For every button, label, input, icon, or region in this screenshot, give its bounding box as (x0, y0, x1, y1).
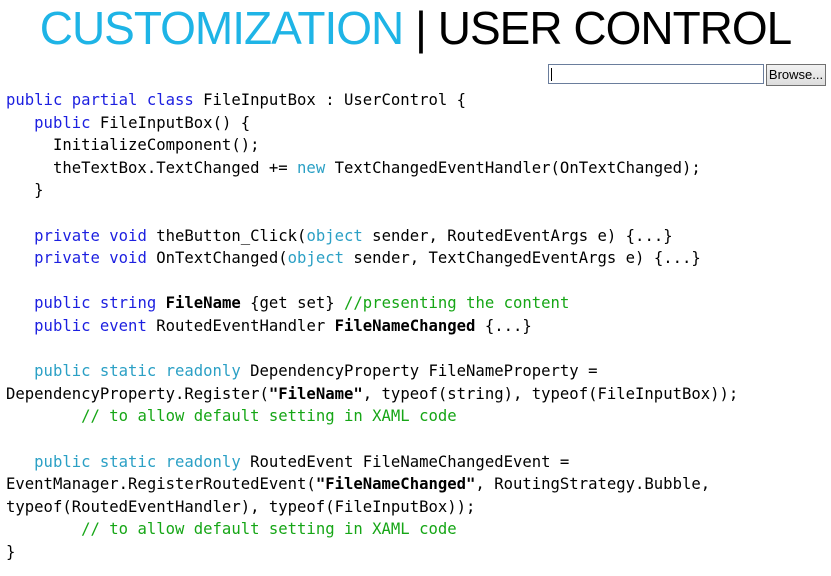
code-text: , RoutingStrategy.Bubble, (475, 475, 711, 494)
code-line-17: public static readonly RoutedEvent FileN… (6, 451, 738, 474)
keyword: public string (34, 294, 157, 313)
code-line-3: InitializeComponent(); (6, 134, 738, 157)
bold-identifier: FileName (165, 294, 241, 313)
code-line-18: EventManager.RegisterRoutedEvent("FileNa… (6, 473, 738, 496)
keyword: private void (34, 249, 147, 268)
code-text: {get set} (240, 294, 345, 313)
code-text: , typeof(string), typeof(FileInputBox)); (362, 384, 739, 403)
slide-title: CUSTOMIZATION | USER CONTROL (0, 0, 831, 56)
code-text: sender, TextChangedEventArgs e) {...} (344, 249, 701, 268)
code-text: DependencyProperty FileNameProperty = (240, 362, 598, 381)
keyword: public partial class (6, 91, 194, 109)
code-text: theButton_Click( (146, 226, 307, 245)
code-comment: // to allow default setting in XAML code (81, 407, 457, 426)
code-text: TextChangedEventHandler(OnTextChanged); (325, 158, 701, 177)
code-text: theTextBox.TextChanged += (6, 158, 298, 177)
browse-button[interactable]: Browse... (766, 64, 826, 86)
code-listing: public partial class FileInputBox : User… (6, 89, 738, 563)
bold-string: "FileNameChanged" (315, 475, 476, 494)
code-line-10: public string FileName {get set} //prese… (6, 292, 738, 315)
title-user-control: USER CONTROL (437, 2, 792, 54)
code-line-7: private void theButton_Click(object send… (6, 225, 738, 248)
code-line-5: } (6, 179, 738, 202)
text-caret (551, 68, 552, 81)
code-line-1: public partial class FileInputBox : User… (6, 89, 738, 112)
code-text: EventManager.RegisterRoutedEvent( (6, 475, 316, 494)
code-text: } (6, 542, 16, 561)
keyword: public static readonly (34, 452, 241, 471)
keyword: private void (34, 226, 147, 245)
code-text: RoutedEvent FileNameChangedEvent = (240, 452, 570, 471)
code-line-8: private void OnTextChanged(object sender… (6, 247, 738, 270)
keyword: public (34, 113, 91, 132)
code-line-4: theTextBox.TextChanged += new TextChange… (6, 157, 738, 180)
code-text: InitializeComponent(); (6, 136, 260, 155)
keyword: new (297, 158, 326, 177)
file-path-textbox[interactable] (548, 64, 764, 84)
code-line-19: typeof(RoutedEventHandler), typeof(FileI… (6, 496, 738, 519)
code-text: FileInputBox() { (90, 113, 251, 132)
code-line-20: // to allow default setting in XAML code (6, 518, 738, 541)
code-text: RoutedEventHandler (146, 316, 335, 335)
code-line-11: public event RoutedEventHandler FileName… (6, 315, 738, 338)
title-separator: | (415, 2, 427, 54)
code-text: } (6, 181, 44, 200)
title-customization: CUSTOMIZATION (39, 2, 405, 54)
code-text: {...} (475, 316, 532, 335)
code-text: typeof(RoutedEventHandler), typeof(FileI… (6, 497, 476, 516)
keyword: public static readonly (34, 362, 241, 381)
code-line-14: DependencyProperty.Register("FileName", … (6, 383, 738, 406)
bold-identifier: FileNameChanged (334, 316, 476, 335)
keyword: public event (34, 316, 147, 335)
code-text: OnTextChanged( (146, 249, 288, 268)
code-line-15: // to allow default setting in XAML code (6, 405, 738, 428)
type-keyword: object (306, 226, 363, 245)
type-keyword: object (287, 249, 345, 268)
code-text: DependencyProperty.Register( (6, 384, 269, 403)
code-comment: //presenting the content (344, 294, 570, 313)
code-text: sender, RoutedEventArgs e) {...} (362, 226, 673, 245)
code-line-2: public FileInputBox() { (6, 112, 738, 135)
bold-string: "FileName" (268, 384, 363, 403)
code-comment: // to allow default setting in XAML code (81, 520, 457, 539)
code-line-13: public static readonly DependencyPropert… (6, 360, 738, 383)
code-text: FileInputBox : UserControl { (193, 91, 467, 109)
code-line-21: } (6, 541, 738, 564)
